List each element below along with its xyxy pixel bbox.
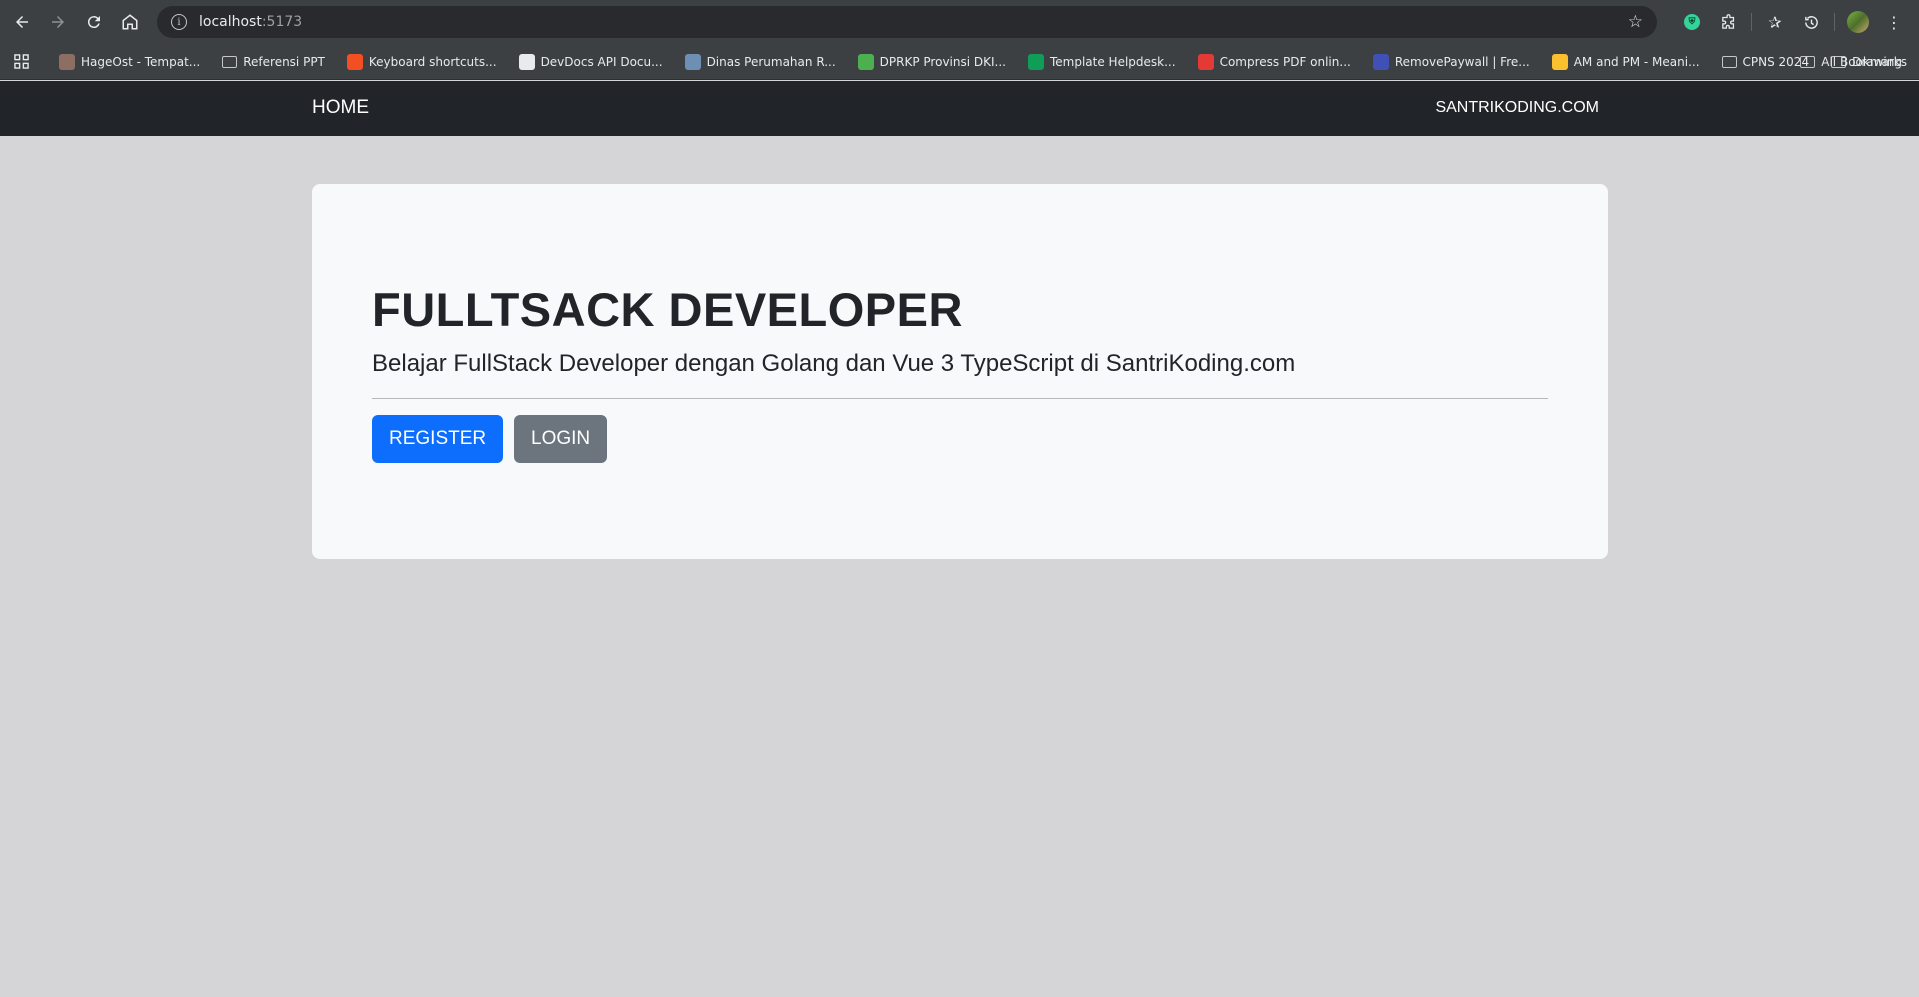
hero-title: FULLTSACK DEVELOPER bbox=[372, 283, 963, 336]
bookmark-label: Referensi PPT bbox=[243, 54, 325, 69]
star-favicon bbox=[857, 53, 874, 70]
app-navbar: HOME SANTRIKODING.COM bbox=[0, 81, 1919, 136]
avatar-favicon bbox=[59, 53, 75, 70]
bookmark-item[interactable]: RemovePaywall | Fre... bbox=[1365, 48, 1538, 76]
bookmark-item[interactable]: DPRKP Provinsi DKI... bbox=[850, 48, 1014, 76]
bookmark-label: RemovePaywall | Fre... bbox=[1394, 54, 1530, 69]
bookmark-item[interactable]: DevDocs API Docu... bbox=[511, 48, 671, 76]
microsoft-favicon bbox=[346, 53, 363, 70]
heart-favicon bbox=[1197, 53, 1214, 70]
site-info-icon[interactable]: i bbox=[171, 14, 187, 30]
apps-grid-icon[interactable] bbox=[14, 50, 29, 74]
all-bookmarks-button[interactable]: All Bookmarks bbox=[1800, 48, 1907, 76]
bookmark-label: DPRKP Provinsi DKI... bbox=[879, 54, 1006, 69]
emblem-favicon bbox=[684, 53, 701, 70]
bookmark-label: Keyboard shortcuts... bbox=[368, 54, 497, 69]
sheets-favicon bbox=[1027, 53, 1044, 70]
bookmarks-manager-icon[interactable]: ✰ bbox=[1758, 5, 1792, 39]
hero-card: FULLTSACK DEVELOPER Belajar FullStack De… bbox=[312, 184, 1608, 559]
bookmark-item[interactable]: Keyboard shortcuts... bbox=[339, 48, 505, 76]
bookmarks-bar: HageOst - Tempat... Referensi PPT Keyboard… bbox=[0, 44, 1919, 80]
browser-toolbar: i localhost:5173 ☆ ⛨ ✰ ⋮ bbox=[0, 0, 1919, 44]
bookmark-label: HageOst - Tempat... bbox=[81, 54, 201, 69]
bookmark-item[interactable]: Compress PDF onlin... bbox=[1190, 48, 1359, 76]
devdocs-favicon bbox=[518, 53, 535, 70]
extensions-puzzle-icon[interactable] bbox=[1711, 5, 1745, 39]
bookmark-star-icon[interactable]: ☆ bbox=[1628, 12, 1643, 32]
toolbar-actions: ⛨ ✰ ⋮ bbox=[1675, 0, 1919, 44]
bookmark-item[interactable]: Referensi PPT bbox=[214, 48, 333, 76]
bookmark-list: HageOst - Tempat... Referensi PPT Keyboard… bbox=[51, 48, 1910, 76]
bookmark-label: CPNS 2024 bbox=[1742, 54, 1810, 69]
diamond-favicon bbox=[1372, 53, 1389, 70]
bookmark-item[interactable]: HageOst - Tempat... bbox=[51, 48, 208, 76]
bookmark-label: Dinas Perumahan R... bbox=[706, 54, 836, 69]
history-icon[interactable] bbox=[1794, 5, 1828, 39]
reload-icon[interactable] bbox=[76, 4, 112, 40]
login-button[interactable]: LOGIN bbox=[514, 415, 608, 463]
bookmark-label: Template Helpdesk... bbox=[1049, 54, 1176, 69]
url-port: :5173 bbox=[261, 14, 303, 30]
url-host: localhost bbox=[199, 14, 262, 30]
bookmark-item[interactable]: Template Helpdesk... bbox=[1020, 48, 1184, 76]
nav-home-link[interactable]: HOME bbox=[312, 97, 369, 119]
hero-divider bbox=[372, 398, 1548, 399]
bookmark-label: AM and PM - Meani... bbox=[1573, 54, 1700, 69]
folder-icon bbox=[1721, 55, 1737, 68]
back-icon[interactable] bbox=[4, 4, 40, 40]
hero-lead: Belajar FullStack Developer dengan Golan… bbox=[372, 350, 1296, 377]
folder-icon bbox=[222, 55, 238, 68]
clock-favicon bbox=[1551, 53, 1568, 70]
home-icon[interactable] bbox=[112, 4, 148, 40]
menu-kebab-icon[interactable]: ⋮ bbox=[1877, 5, 1911, 39]
address-bar[interactable]: i localhost:5173 ☆ bbox=[157, 6, 1657, 38]
register-button[interactable]: REGISTER bbox=[372, 415, 504, 463]
all-bookmarks-label: All Bookmarks bbox=[1821, 55, 1907, 69]
toolbar-divider bbox=[1751, 13, 1752, 31]
bookmark-item[interactable]: Dinas Perumahan R... bbox=[677, 48, 844, 76]
forward-icon[interactable] bbox=[40, 4, 76, 40]
bookmark-label: Compress PDF onlin... bbox=[1219, 54, 1351, 69]
bookmark-label: DevDocs API Docu... bbox=[540, 54, 663, 69]
toolbar-divider bbox=[1834, 13, 1835, 31]
profile-avatar[interactable] bbox=[1841, 5, 1875, 39]
more-bookmarks-icon[interactable]: » bbox=[1910, 54, 1919, 70]
bookmark-item[interactable]: AM and PM - Meani... bbox=[1544, 48, 1708, 76]
folder-icon bbox=[1800, 56, 1816, 68]
extension-shield-icon[interactable]: ⛨ bbox=[1675, 5, 1709, 39]
nav-santrikoding-link[interactable]: SANTRIKODING.COM bbox=[1435, 99, 1599, 117]
